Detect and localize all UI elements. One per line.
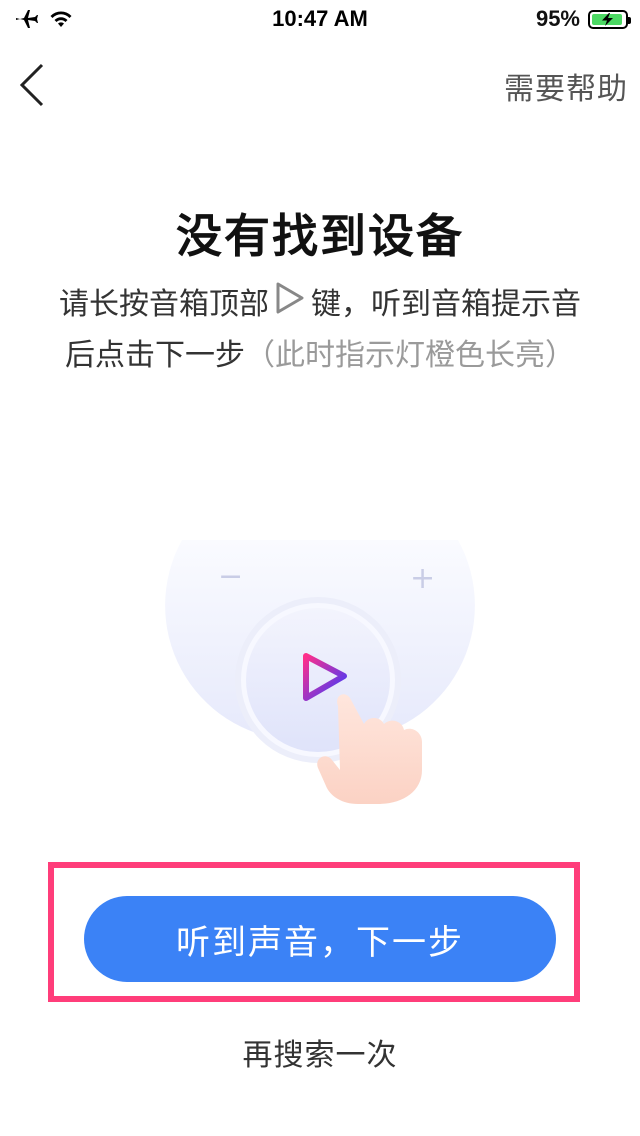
search-again-link[interactable]: 再搜索一次	[0, 1030, 640, 1074]
instruction-hint: （此时指示灯橙色长亮）	[245, 337, 575, 373]
chevron-left-icon	[19, 63, 44, 107]
next-step-button[interactable]: 听到声音，下一步	[84, 896, 556, 982]
minus-symbol: −	[218, 559, 243, 594]
page-title: 没有找到设备	[176, 209, 464, 263]
help-link[interactable]: 需要帮助	[504, 64, 628, 108]
instruction-part-3: 后点击下一步	[65, 337, 245, 373]
instruction-text: 请长按音箱顶部 键，听到音箱提示音 后点击下一步（此时指示灯橙色长亮）	[0, 280, 640, 381]
status-right: 95%	[535, 6, 631, 32]
plus-symbol: +	[410, 561, 435, 596]
instruction-line-1: 请长按音箱顶部 键，听到音箱提示音	[0, 280, 640, 331]
bolt-icon	[602, 12, 613, 26]
battery-percent: 95%	[535, 6, 580, 31]
back-button[interactable]	[10, 58, 54, 112]
speaker-illustration: − +	[150, 520, 480, 810]
play-outline-icon	[275, 281, 305, 331]
battery-charging-icon	[588, 9, 631, 29]
status-bar: 10:47 AM 95%	[0, 0, 640, 40]
instruction-part-2: 键，听到音箱提示音	[311, 287, 581, 322]
instruction-part-1: 请长按音箱顶部	[59, 287, 269, 322]
instruction-line-2: 后点击下一步（此时指示灯橙色长亮）	[0, 331, 640, 381]
